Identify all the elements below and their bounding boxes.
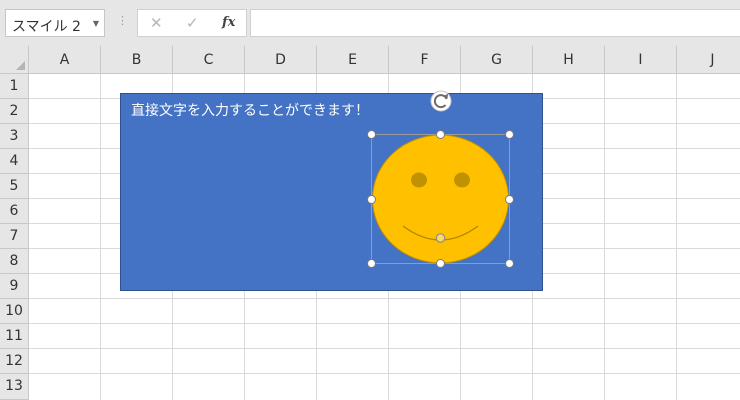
resize-handle-left[interactable] xyxy=(367,195,376,204)
row-header-13[interactable]: 13 xyxy=(0,374,29,400)
row-header-5[interactable]: 5 xyxy=(0,174,29,199)
grid-line xyxy=(29,298,740,299)
name-box[interactable]: スマイル 2 ▼ xyxy=(5,9,105,37)
rotate-handle-icon[interactable] xyxy=(430,90,452,112)
formula-bar-grip-icon: ⋮ xyxy=(117,14,128,27)
column-header-b[interactable]: B xyxy=(101,46,173,74)
column-header-e[interactable]: E xyxy=(317,46,389,74)
row-header-4[interactable]: 4 xyxy=(0,149,29,174)
row-header-12[interactable]: 12 xyxy=(0,349,29,374)
insert-function-icon[interactable]: fx xyxy=(222,15,235,30)
smiley-face-shape[interactable] xyxy=(371,134,510,264)
smiley-face-icon xyxy=(372,134,509,264)
right-eye-icon xyxy=(454,172,470,188)
row-header-9[interactable]: 9 xyxy=(0,274,29,299)
chevron-down-icon[interactable]: ▼ xyxy=(93,19,99,28)
adjust-handle[interactable] xyxy=(435,233,446,243)
resize-handle-bottom-left[interactable] xyxy=(367,259,376,268)
column-header-h[interactable]: H xyxy=(533,46,605,74)
row-header-1[interactable]: 1 xyxy=(0,74,29,99)
row-header-6[interactable]: 6 xyxy=(0,199,29,224)
column-header-j[interactable]: J xyxy=(677,46,740,74)
column-header-i[interactable]: I xyxy=(605,46,677,74)
grid-line xyxy=(29,323,740,324)
grid-line xyxy=(29,373,740,374)
resize-handle-top-right[interactable] xyxy=(505,130,514,139)
column-header-c[interactable]: C xyxy=(173,46,245,74)
formula-bar: スマイル 2 ▼ ⋮ ✕ ✓ fx xyxy=(0,0,740,46)
column-header-f[interactable]: F xyxy=(389,46,461,74)
resize-handle-top[interactable] xyxy=(436,130,445,139)
row-header-3[interactable]: 3 xyxy=(0,124,29,149)
left-eye-icon xyxy=(411,172,427,188)
cancel-icon[interactable]: ✕ xyxy=(150,14,163,32)
formula-buttons: ✕ ✓ fx xyxy=(137,9,247,37)
enter-icon[interactable]: ✓ xyxy=(186,14,199,32)
column-header-g[interactable]: G xyxy=(461,46,533,74)
row-header-11[interactable]: 11 xyxy=(0,324,29,349)
name-box-value: スマイル 2 xyxy=(12,19,81,35)
row-header-8[interactable]: 8 xyxy=(0,249,29,274)
shape-text[interactable]: 直接文字を入力することができます！ xyxy=(131,100,369,120)
column-header-a[interactable]: A xyxy=(29,46,101,74)
grid-line xyxy=(29,348,740,349)
formula-input[interactable] xyxy=(250,9,740,37)
row-header-10[interactable]: 10 xyxy=(0,299,29,324)
row-header-2[interactable]: 2 xyxy=(0,99,29,124)
resize-handle-top-left[interactable] xyxy=(367,130,376,139)
row-header-7[interactable]: 7 xyxy=(0,224,29,249)
resize-handle-bottom-right[interactable] xyxy=(505,259,514,268)
resize-handle-bottom[interactable] xyxy=(436,259,445,268)
column-header-d[interactable]: D xyxy=(245,46,317,74)
resize-handle-right[interactable] xyxy=(505,195,514,204)
select-all-button[interactable] xyxy=(0,46,29,74)
